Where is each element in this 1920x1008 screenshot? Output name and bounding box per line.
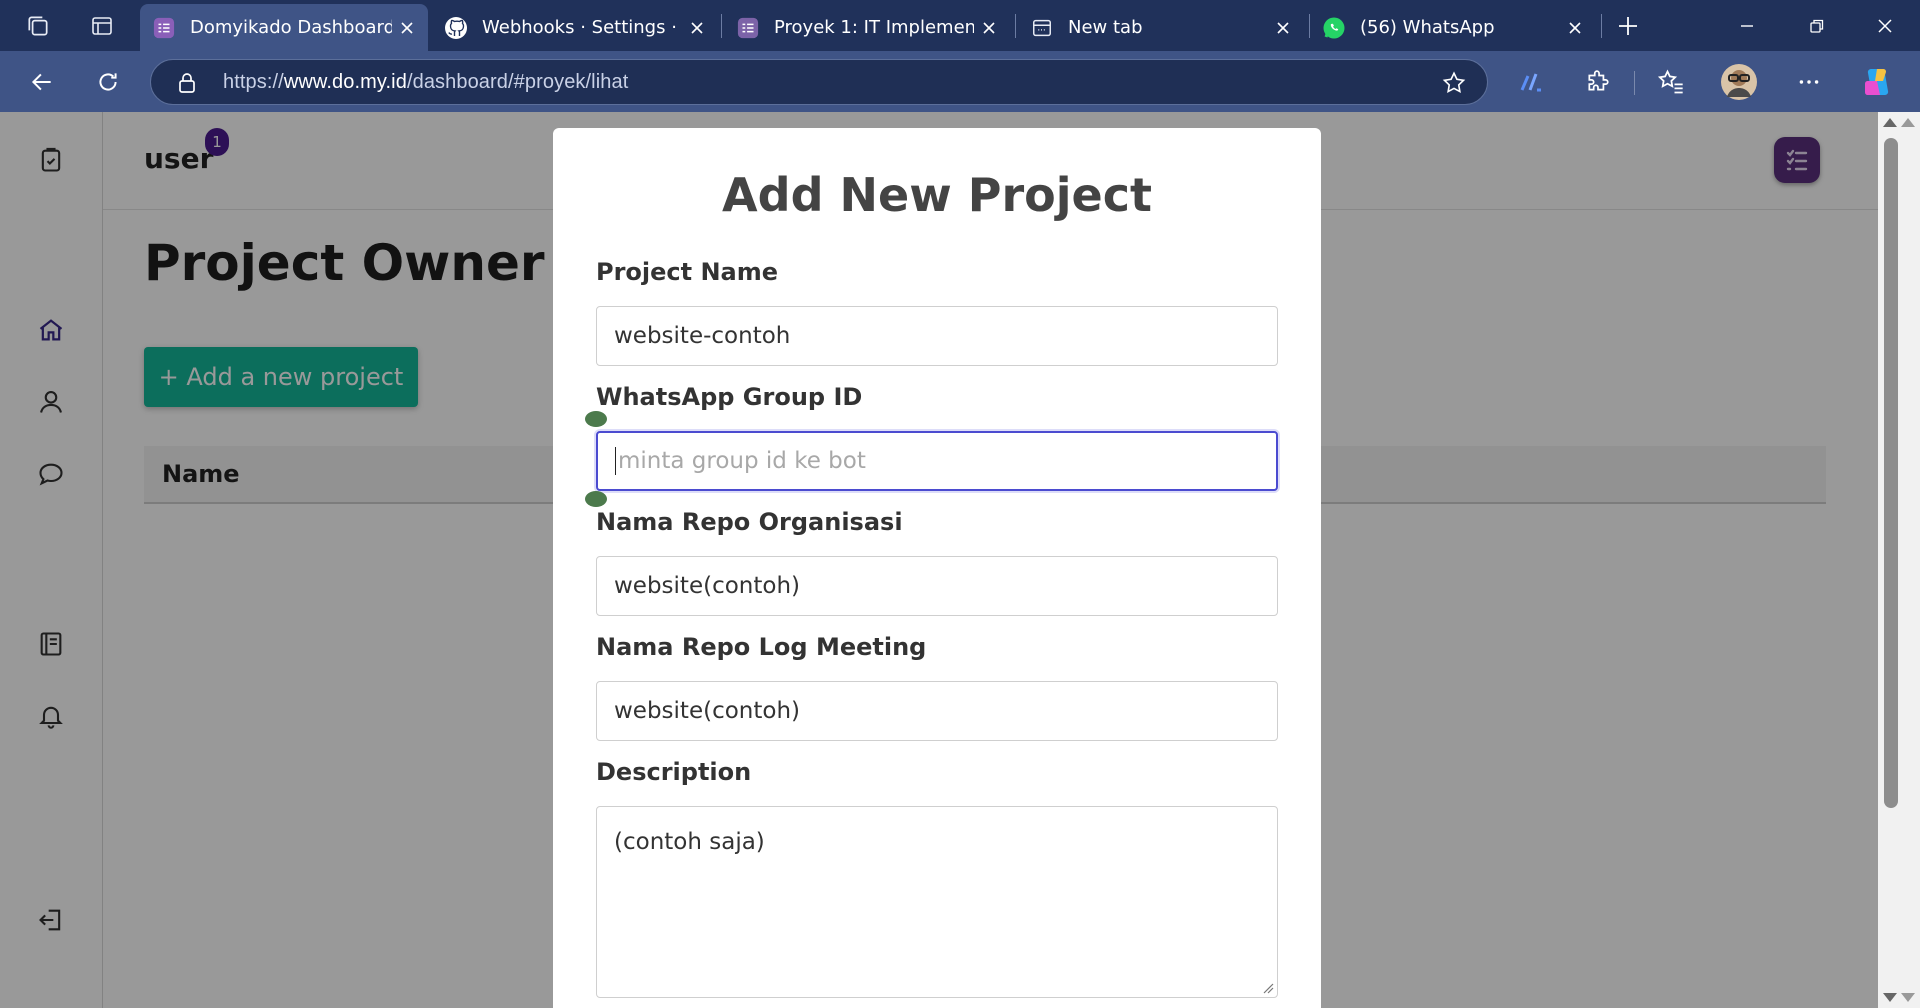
description-value: (contoh saja) xyxy=(614,829,765,855)
add-project-modal: Add New Project Project Name website-con… xyxy=(553,128,1321,1008)
favorite-star-icon[interactable] xyxy=(1441,70,1467,96)
close-tab-icon[interactable] xyxy=(682,13,712,43)
whatsapp-group-id-placeholder: minta group id ke bot xyxy=(618,448,866,474)
close-window-icon[interactable] xyxy=(1850,0,1920,51)
tab-separator xyxy=(721,14,722,38)
scroll-down-arrow-icon[interactable] xyxy=(1901,993,1915,1002)
refresh-icon[interactable] xyxy=(91,65,125,99)
address-bar[interactable]: https://www.do.my.id/dashboard/#proyek/l… xyxy=(150,59,1488,105)
copilot-icon[interactable] xyxy=(1860,65,1894,99)
new-tab-icon xyxy=(1030,16,1054,40)
favorites-icon[interactable] xyxy=(1654,65,1688,99)
project-name-value: website-contoh xyxy=(614,323,791,349)
close-tab-icon[interactable] xyxy=(1560,13,1590,43)
whatsapp-icon xyxy=(1322,16,1346,40)
whatsapp-group-id-input[interactable]: minta group id ke bot xyxy=(596,431,1278,491)
tab-bar: Domyikado Dashboard Webhooks · Settings … xyxy=(0,0,1920,51)
tab-proyek-1[interactable]: Proyek 1: IT Implementor xyxy=(724,4,1010,51)
project-name-input[interactable]: website-contoh xyxy=(596,306,1278,366)
repo-log-meeting-value: website(contoh) xyxy=(614,698,801,724)
tab-domyikado-dashboard[interactable]: Domyikado Dashboard xyxy=(140,4,428,51)
scroll-down-arrow-icon[interactable] xyxy=(1883,993,1897,1002)
toolbar-separator xyxy=(1634,71,1635,95)
repo-organisasi-label: Nama Repo Organisasi xyxy=(596,508,903,536)
selection-handle-top[interactable] xyxy=(585,411,607,427)
github-icon xyxy=(444,16,468,40)
selection-handle-bottom[interactable] xyxy=(585,491,607,507)
domyikado-favicon xyxy=(152,16,176,40)
minimize-icon[interactable] xyxy=(1712,0,1782,51)
description-textarea[interactable]: (contoh saja) xyxy=(596,806,1278,998)
tab-whatsapp[interactable]: (56) WhatsApp xyxy=(1310,4,1596,51)
repo-log-meeting-label: Nama Repo Log Meeting xyxy=(596,633,927,661)
tab-title: (56) WhatsApp xyxy=(1360,17,1495,38)
scroll-up-arrow-icon[interactable] xyxy=(1901,118,1915,127)
modal-title: Add New Project xyxy=(722,168,1152,222)
tab-separator xyxy=(1015,14,1016,38)
url-scheme: https:// xyxy=(223,71,284,93)
scroll-up-arrow-icon[interactable] xyxy=(1883,118,1897,127)
text-caret xyxy=(615,447,616,475)
close-tab-icon[interactable] xyxy=(392,13,422,43)
more-options-icon[interactable] xyxy=(1792,65,1826,99)
domyikado-favicon xyxy=(736,16,760,40)
back-arrow-icon[interactable] xyxy=(25,65,59,99)
close-tab-icon[interactable] xyxy=(1268,13,1298,43)
tab-title: New tab xyxy=(1068,17,1143,38)
url-path: /dashboard/#proyek/lihat xyxy=(406,71,629,93)
tab-title: Webhooks · Settings · 911 xyxy=(482,17,682,38)
tab-title: Domyikado Dashboard xyxy=(190,17,392,38)
description-label: Description xyxy=(596,758,752,786)
resize-grip-icon[interactable] xyxy=(1262,982,1274,994)
extensions-icon[interactable] xyxy=(1581,65,1615,99)
whatsapp-group-id-label: WhatsApp Group ID xyxy=(596,383,863,411)
lock-icon[interactable] xyxy=(175,71,199,95)
close-tab-icon[interactable] xyxy=(974,13,1004,43)
workspaces-icon[interactable] xyxy=(22,10,54,42)
repo-log-meeting-input[interactable]: website(contoh) xyxy=(596,681,1278,741)
new-tab-plus-icon[interactable] xyxy=(1612,10,1644,42)
url-host: www.do.my.id xyxy=(283,71,407,93)
vertical-scrollbar[interactable] xyxy=(1878,112,1920,1008)
profile-avatar-icon[interactable] xyxy=(1720,63,1758,101)
tab-separator xyxy=(1601,14,1602,38)
project-name-label: Project Name xyxy=(596,258,779,286)
tab-title: Proyek 1: IT Implementor xyxy=(774,17,974,38)
repo-organisasi-input[interactable]: website(contoh) xyxy=(596,556,1278,616)
tab-new-tab[interactable]: New tab xyxy=(1018,4,1304,51)
restore-icon[interactable] xyxy=(1782,0,1852,51)
browser-toolbar: https://www.do.my.id/dashboard/#proyek/l… xyxy=(0,51,1920,112)
tab-actions-icon[interactable] xyxy=(86,10,118,42)
scrollbar-thumb[interactable] xyxy=(1884,138,1898,808)
repo-organisasi-value: website(contoh) xyxy=(614,573,801,599)
read-aloud-icon[interactable] xyxy=(1514,65,1548,99)
url-text[interactable]: https://www.do.my.id/dashboard/#proyek/l… xyxy=(223,71,628,94)
tab-webhooks-settings[interactable]: Webhooks · Settings · 911 xyxy=(432,4,718,51)
